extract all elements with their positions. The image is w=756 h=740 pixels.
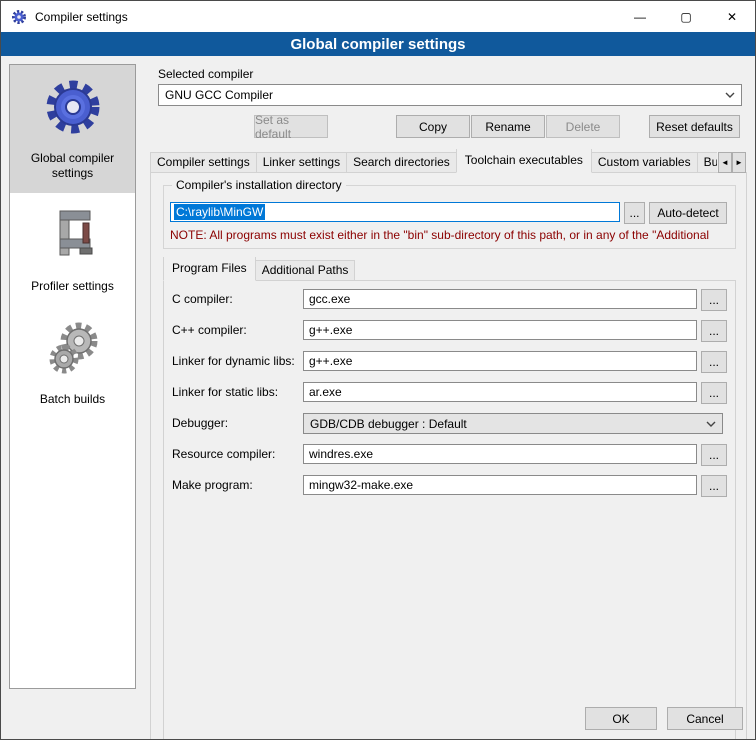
tab-scroll-right-icon[interactable]: ► [732, 152, 746, 173]
form-row-linker-dynamic: Linker for dynamic libs: ... [172, 351, 727, 382]
app-icon [11, 9, 27, 25]
tab-search-directories[interactable]: Search directories [346, 152, 457, 173]
close-button[interactable]: ✕ [709, 1, 755, 32]
installation-directory-input[interactable]: C:\raylib\MinGW [170, 202, 620, 222]
linker-static-label: Linker for static libs: [172, 385, 278, 399]
form-row-resource-compiler: Resource compiler: ... [172, 444, 727, 475]
tab-scroll-arrows: ◄ ► [718, 152, 746, 173]
selected-compiler-dropdown[interactable]: GNU GCC Compiler [158, 84, 742, 106]
page-title: Global compiler settings [1, 32, 755, 56]
tab-toolchain-executables[interactable]: Toolchain executables [456, 149, 592, 173]
c-compiler-label: C compiler: [172, 292, 233, 306]
compiler-settings-window: Compiler settings — ▢ ✕ Global compiler … [0, 0, 756, 740]
settings-tab-strip: Compiler settings Linker settings Search… [150, 149, 717, 173]
tab-build[interactable]: Build [697, 152, 717, 173]
installation-directory-value: C:\raylib\MinGW [174, 204, 265, 220]
tab-scroll-left-icon[interactable]: ◄ [718, 152, 732, 173]
tab-linker-settings[interactable]: Linker settings [256, 152, 347, 173]
clamp-tool-icon [42, 205, 104, 267]
tab-custom-variables[interactable]: Custom variables [591, 152, 698, 173]
auto-detect-button[interactable]: Auto-detect [649, 202, 727, 224]
form-row-make-program: Make program: ... [172, 475, 727, 506]
set-as-default-button[interactable]: Set as default [254, 115, 328, 138]
minimize-button[interactable]: — [617, 1, 663, 32]
c-compiler-browse-button[interactable]: ... [701, 289, 727, 311]
debugger-value: GDB/CDB debugger : Default [310, 417, 467, 431]
chevron-down-icon [725, 92, 735, 98]
tab-program-files[interactable]: Program Files [163, 257, 256, 281]
installation-directory-group: Compiler's installation directory C:\ray… [163, 185, 736, 249]
cancel-button[interactable]: Cancel [667, 707, 743, 730]
title-bar: Compiler settings — ▢ ✕ [1, 1, 755, 32]
toolchain-executables-panel: Compiler's installation directory C:\ray… [150, 172, 747, 740]
linker-dynamic-browse-button[interactable]: ... [701, 351, 727, 373]
reset-defaults-button[interactable]: Reset defaults [649, 115, 740, 138]
linker-dynamic-label: Linker for dynamic libs: [172, 354, 295, 368]
maximize-button[interactable]: ▢ [663, 1, 709, 32]
form-row-linker-static: Linker for static libs: ... [172, 382, 727, 413]
make-program-label: Make program: [172, 478, 253, 492]
dialog-footer: OK Cancel [585, 707, 743, 730]
cpp-compiler-label: C++ compiler: [172, 323, 247, 337]
sidebar-item-batch-builds[interactable]: Batch builds [10, 306, 135, 419]
sidebar-item-label: Global compiler settings [14, 151, 131, 181]
resource-compiler-browse-button[interactable]: ... [701, 444, 727, 466]
debugger-label: Debugger: [172, 416, 228, 430]
cpp-compiler-browse-button[interactable]: ... [701, 320, 727, 342]
form-row-cpp-compiler: C++ compiler: ... [172, 320, 727, 351]
make-program-input[interactable] [303, 475, 697, 495]
main-content: Selected compiler GNU GCC Compiler Set a… [146, 56, 747, 739]
resource-compiler-label: Resource compiler: [172, 447, 275, 461]
window-title: Compiler settings [35, 10, 128, 24]
form-row-c-compiler: C compiler: ... [172, 289, 727, 320]
resource-compiler-input[interactable] [303, 444, 697, 464]
program-files-panel: C compiler: ... C++ compiler: ... Linker… [163, 280, 736, 740]
sidebar-item-profiler-settings[interactable]: Profiler settings [10, 193, 135, 306]
form-row-debugger: Debugger: GDB/CDB debugger : Default [172, 413, 727, 444]
gray-gears-icon [42, 318, 104, 380]
ok-button[interactable]: OK [585, 707, 657, 730]
linker-static-input[interactable] [303, 382, 697, 402]
sidebar-item-global-compiler-settings[interactable]: Global compiler settings [10, 65, 135, 193]
chevron-down-icon [706, 421, 716, 427]
delete-button[interactable]: Delete [546, 115, 620, 138]
rename-button[interactable]: Rename [471, 115, 545, 138]
debugger-dropdown[interactable]: GDB/CDB debugger : Default [303, 413, 723, 434]
caption-buttons: — ▢ ✕ [617, 1, 755, 32]
settings-category-list: Global compiler settings Profiler settin… [9, 64, 136, 689]
note-text: NOTE: All programs must exist either in … [170, 228, 734, 242]
tab-compiler-settings[interactable]: Compiler settings [150, 152, 257, 173]
cpp-compiler-input[interactable] [303, 320, 697, 340]
browse-directory-button[interactable]: ... [624, 202, 645, 224]
blue-gear-icon [42, 77, 104, 139]
c-compiler-input[interactable] [303, 289, 697, 309]
linker-static-browse-button[interactable]: ... [701, 382, 727, 404]
sidebar-item-label: Batch builds [14, 392, 131, 407]
copy-button[interactable]: Copy [396, 115, 470, 138]
selected-compiler-label: Selected compiler [158, 67, 253, 81]
selected-compiler-value: GNU GCC Compiler [165, 88, 273, 102]
tab-additional-paths[interactable]: Additional Paths [255, 260, 356, 281]
linker-dynamic-input[interactable] [303, 351, 697, 371]
sidebar-item-label: Profiler settings [14, 279, 131, 294]
make-program-browse-button[interactable]: ... [701, 475, 727, 497]
installation-directory-label: Compiler's installation directory [172, 178, 346, 192]
program-files-tab-strip: Program Files Additional Paths [163, 257, 706, 281]
